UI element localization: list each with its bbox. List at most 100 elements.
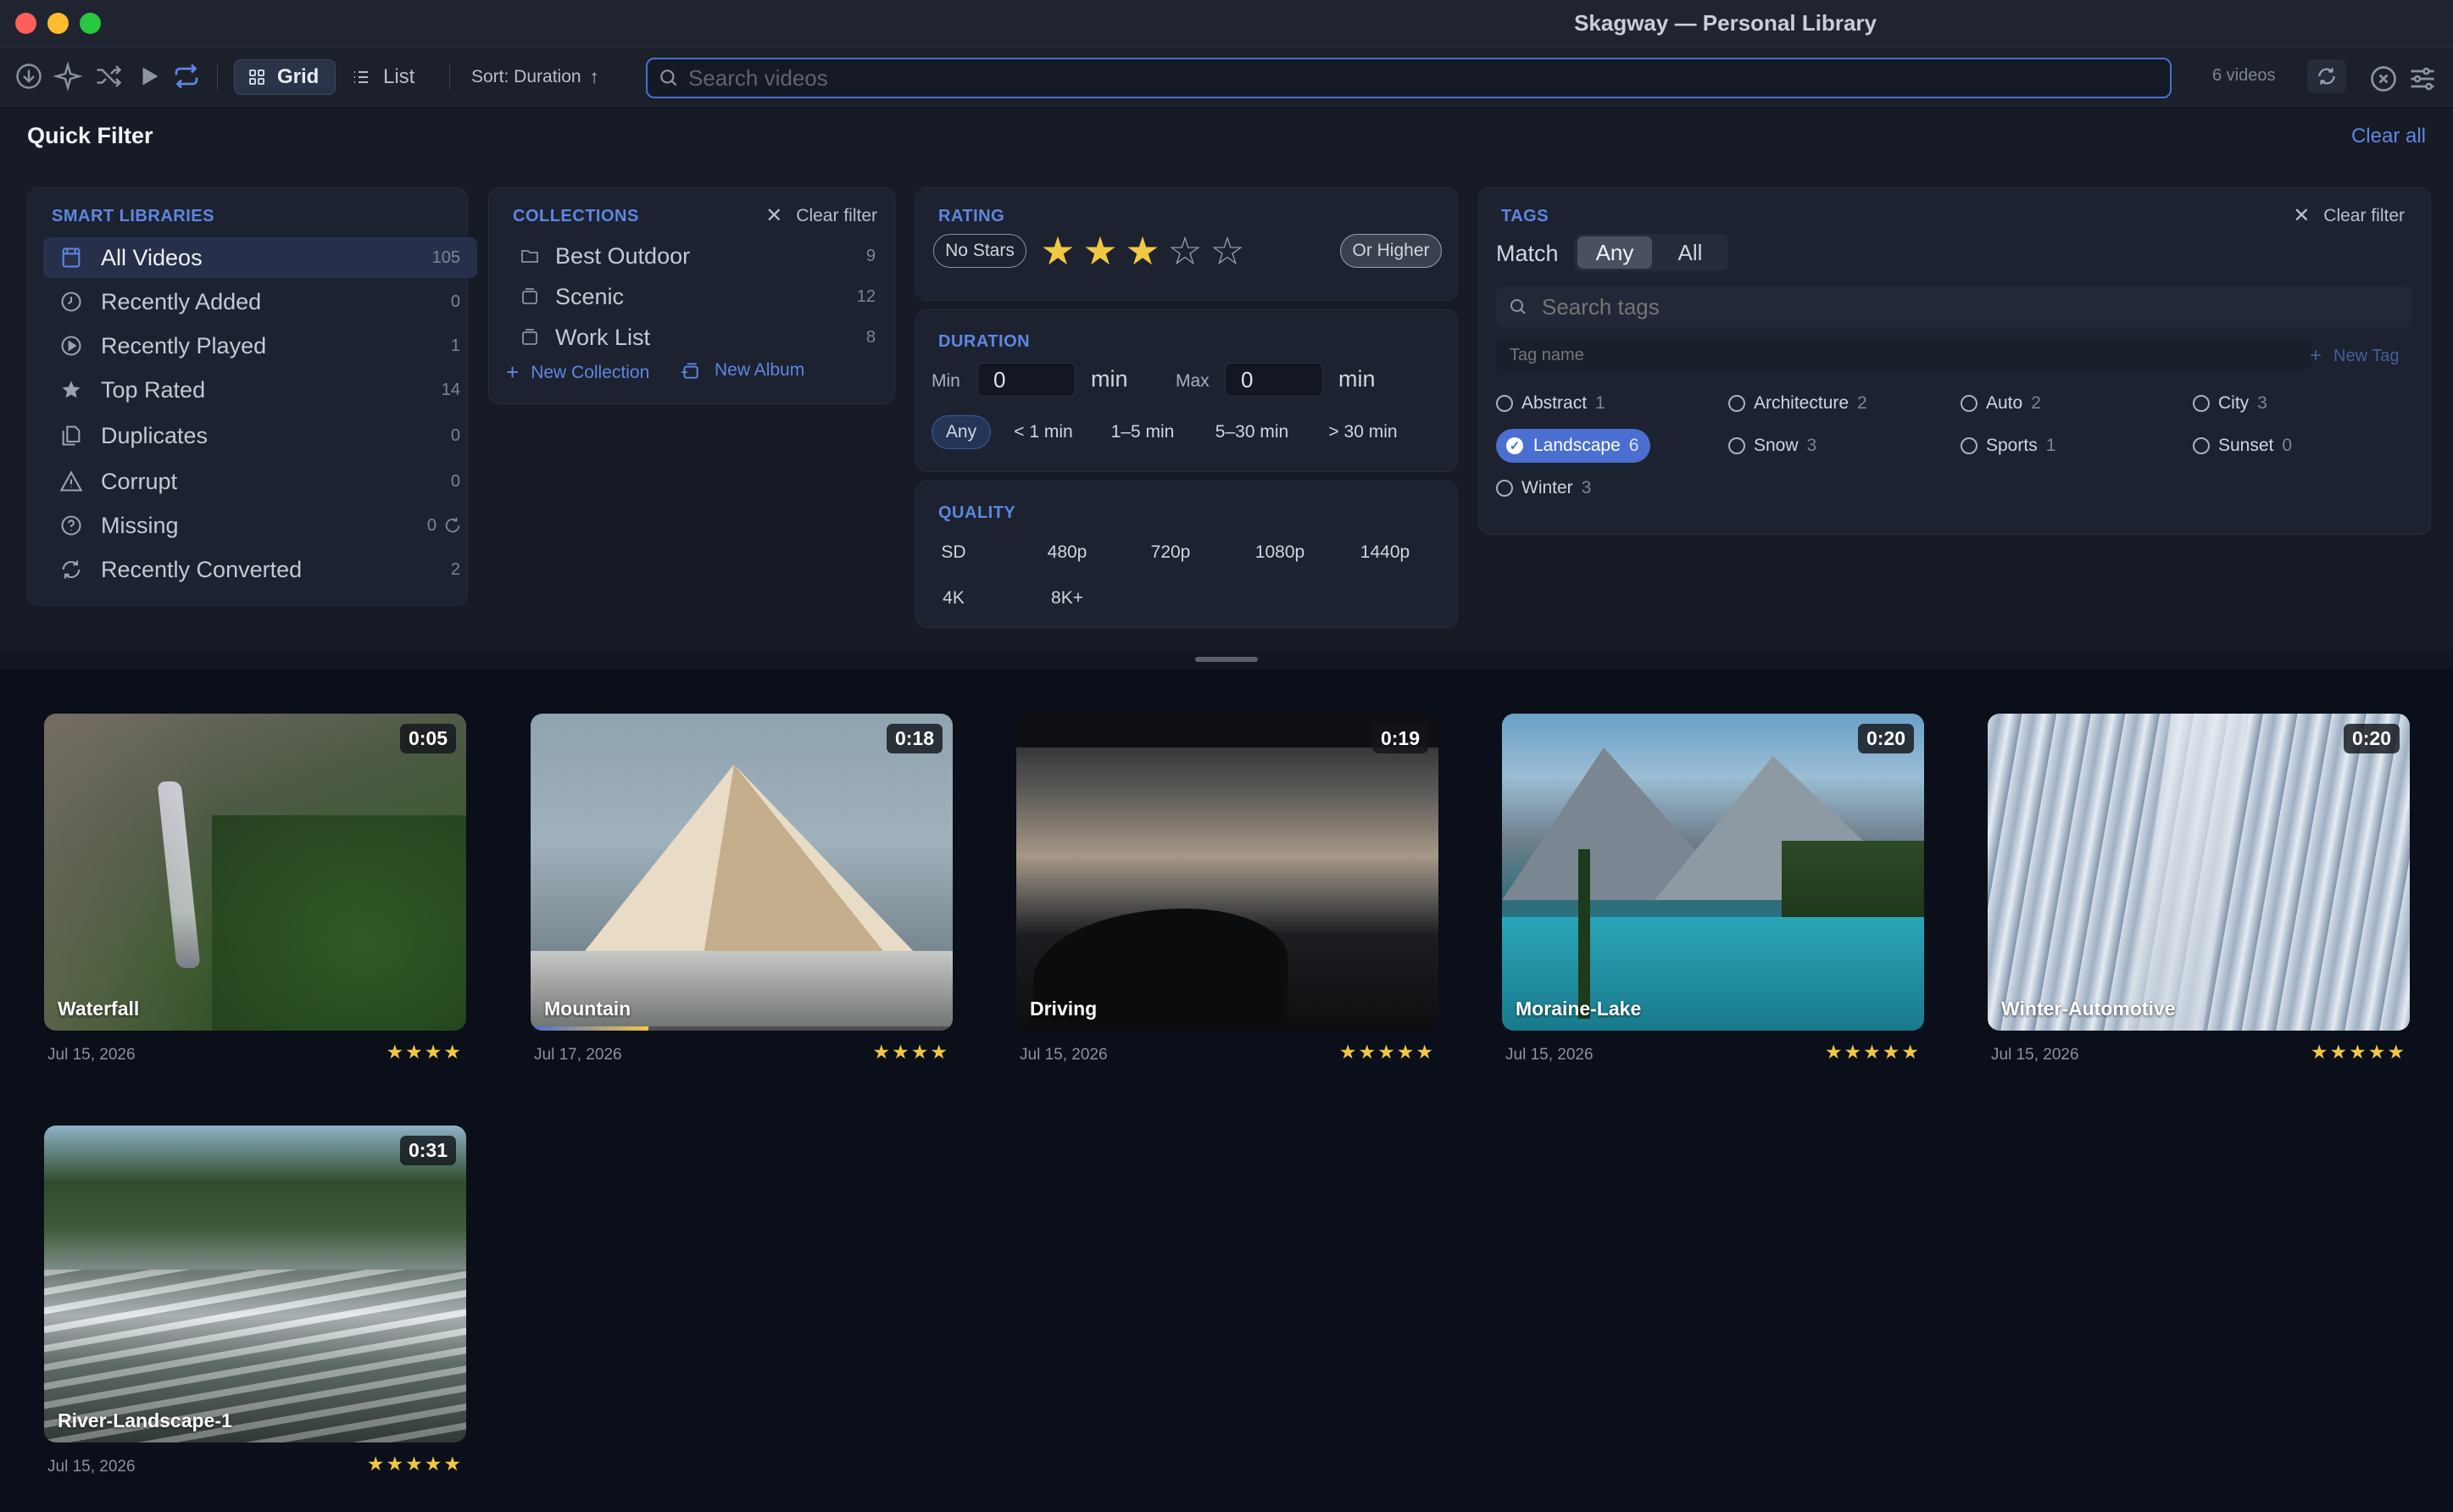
duration-preset-under-1[interactable]: < 1 min: [1001, 415, 1086, 449]
radio-icon: [1961, 437, 1977, 454]
duration-min-label: Min: [932, 371, 960, 391]
convert-icon: [58, 557, 84, 582]
collection-item-work-list[interactable]: Work List 8: [520, 319, 876, 356]
or-higher-toggle[interactable]: Or Higher: [1340, 234, 1442, 268]
library-item-top-rated[interactable]: Top Rated 14: [43, 370, 477, 410]
video-thumbnail[interactable]: 0:31 River-Landscape-1: [44, 1126, 466, 1443]
tags-title: TAGS: [1501, 207, 1549, 225]
tag-search-field: [1496, 286, 2411, 327]
duration-preset-over-30[interactable]: > 30 min: [1315, 415, 1411, 449]
play-circle-icon: [58, 333, 84, 359]
tag-chip-auto[interactable]: Auto 2: [1961, 386, 2041, 420]
tag-chip-city[interactable]: City 3: [2193, 386, 2267, 420]
quality-1440p[interactable]: 1440p: [1347, 536, 1423, 570]
tag-chip-architecture[interactable]: Architecture 2: [1728, 386, 1867, 420]
repeat-icon[interactable]: [171, 61, 202, 92]
star-empty-icon[interactable]: ☆: [1164, 231, 1206, 271]
grid-label: Grid: [277, 65, 320, 88]
quality-sd[interactable]: SD: [928, 536, 979, 570]
duration-preset-any[interactable]: Any: [932, 415, 991, 449]
duration-min-input[interactable]: 0: [977, 363, 1076, 397]
search-icon: [658, 67, 680, 89]
star-icon: [58, 377, 84, 403]
duration-max-unit: min: [1338, 366, 1376, 392]
import-icon[interactable]: [14, 61, 44, 92]
library-item-recently-converted[interactable]: Recently Converted 2: [43, 549, 477, 590]
video-title: Waterfall: [58, 998, 140, 1020]
tag-chip-snow[interactable]: Snow 3: [1728, 429, 1816, 463]
video-count: 6 videos: [2212, 66, 2276, 85]
refresh-button[interactable]: [2307, 59, 2346, 93]
tags-clear-filter[interactable]: ✕ Clear filter: [2293, 203, 2405, 228]
quality-1080p[interactable]: 1080p: [1242, 536, 1318, 570]
search-input[interactable]: [687, 64, 2128, 92]
star-empty-icon[interactable]: ☆: [1206, 231, 1249, 271]
match-any-option[interactable]: Any: [1577, 236, 1652, 269]
video-title: Winter-Automotive: [2001, 998, 2176, 1020]
match-all-option[interactable]: All: [1655, 236, 1725, 269]
star-filled-icon[interactable]: ★: [1037, 231, 1079, 271]
library-item-missing[interactable]: Missing 0: [43, 505, 477, 546]
clear-all-link[interactable]: Clear all: [2351, 125, 2426, 148]
tag-chip-sunset[interactable]: Sunset 0: [2193, 429, 2292, 463]
duplicate-icon: [58, 423, 84, 448]
no-stars-button[interactable]: No Stars: [933, 234, 1026, 268]
quality-720p[interactable]: 720p: [1137, 536, 1204, 570]
duration-max-input[interactable]: 0: [1225, 363, 1323, 397]
tag-search-input[interactable]: [1540, 293, 2388, 320]
new-collection-button[interactable]: + New Collection: [506, 359, 649, 386]
video-thumbnail[interactable]: 0:05 Waterfall: [44, 714, 466, 1031]
tag-chip-sports[interactable]: Sports 1: [1961, 429, 2055, 463]
clear-icon[interactable]: [2368, 64, 2396, 92]
library-item-recently-played[interactable]: Recently Played 1: [43, 325, 477, 366]
list-view-button[interactable]: List: [346, 59, 431, 95]
tag-chip-winter[interactable]: Winter 3: [1496, 471, 1591, 505]
refresh-icon: [2316, 65, 2338, 87]
shuffle-icon[interactable]: [93, 61, 124, 92]
library-icon: [58, 245, 84, 270]
video-thumbnail[interactable]: 0:20 Moraine-Lake: [1502, 714, 1924, 1031]
search-field: [646, 58, 2172, 98]
sort-ascending-icon: ↑: [589, 66, 599, 87]
new-album-button[interactable]: New Album: [679, 359, 804, 381]
quick-filter-panel: Quick Filter Clear all SMART LIBRARIES A…: [0, 108, 2453, 650]
tag-chip-landscape[interactable]: ✓ Landscape 6: [1496, 429, 1651, 463]
star-filled-icon[interactable]: ★: [1079, 231, 1121, 271]
collection-item-best-outdoor[interactable]: Best Outdoor 9: [520, 237, 876, 275]
new-tag-button[interactable]: + New Tag: [2310, 344, 2399, 368]
radio-icon: [1728, 437, 1745, 454]
sort-button[interactable]: Sort: Duration ↑: [471, 59, 624, 95]
library-item-corrupt[interactable]: Corrupt 0: [43, 461, 477, 502]
quality-panel: QUALITY SD 480p 720p 1080p 1440p 4K 8K+: [915, 481, 1458, 628]
quality-4k[interactable]: 4K: [928, 581, 979, 615]
duration-preset-5-30[interactable]: 5–30 min: [1199, 415, 1304, 449]
grid-view-button[interactable]: Grid: [234, 59, 336, 95]
duration-preset-1-5[interactable]: 1–5 min: [1096, 415, 1189, 449]
video-thumbnail[interactable]: 0:19 Driving: [1016, 714, 1438, 1031]
radio-icon: [1496, 395, 1513, 412]
tag-chip-abstract[interactable]: Abstract 1: [1496, 386, 1605, 420]
rescan-icon[interactable]: [443, 516, 462, 535]
library-item-recently-added[interactable]: Recently Added 0: [43, 281, 477, 322]
video-thumbnail[interactable]: 0:18 Mountain: [531, 714, 953, 1031]
library-item-all-videos[interactable]: All Videos 105: [43, 237, 477, 278]
rating-panel: RATING No Stars ★ ★ ★ ☆ ☆ Or Higher: [915, 187, 1458, 301]
video-rating: ★★★★★: [366, 1453, 463, 1475]
play-icon[interactable]: [134, 61, 164, 92]
collection-item-scenic[interactable]: Scenic 12: [520, 278, 876, 315]
video-thumbnail[interactable]: 0:20 Winter-Automotive: [1988, 714, 2410, 1031]
video-date: Jul 15, 2026: [47, 1458, 136, 1476]
list-label: List: [383, 65, 415, 88]
collections-clear-filter[interactable]: ✕ Clear filter: [765, 203, 877, 228]
filter-settings-icon[interactable]: [2407, 64, 2434, 91]
playback-progress-fill: [531, 1026, 649, 1031]
list-icon: [351, 67, 371, 87]
quality-480p[interactable]: 480p: [1033, 536, 1101, 570]
sparkle-icon[interactable]: [53, 61, 83, 92]
star-filled-icon[interactable]: ★: [1121, 231, 1164, 271]
quality-8k[interactable]: 8K+: [1033, 581, 1101, 615]
match-toggle: Any All: [1574, 234, 1728, 271]
video-duration: 0:19: [1371, 724, 1428, 753]
tag-name-input[interactable]: [1508, 342, 2271, 368]
library-item-duplicates[interactable]: Duplicates 0: [43, 415, 477, 456]
